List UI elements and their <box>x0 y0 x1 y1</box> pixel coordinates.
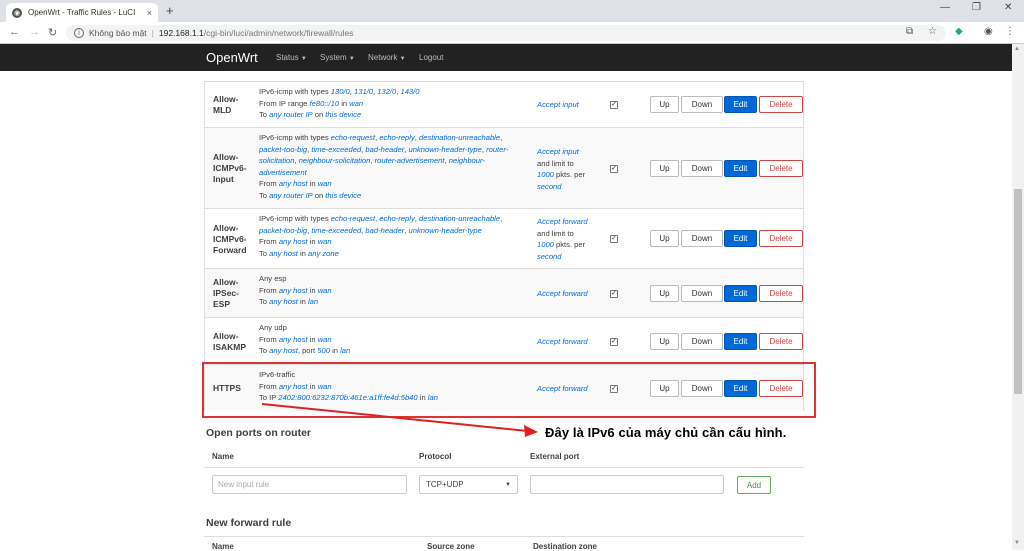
divider <box>204 467 804 468</box>
new-forward-title: New forward rule <box>206 517 292 529</box>
col-protocol: Protocol <box>419 452 452 461</box>
col-name: Name <box>212 452 234 461</box>
col-external-port: External port <box>530 452 580 461</box>
add-button[interactable]: Add <box>737 476 771 494</box>
divider <box>204 536 804 537</box>
open-ports-title: Open ports on router <box>206 427 311 439</box>
external-port-field[interactable] <box>530 475 724 494</box>
annotation-text: Đây là IPv6 của máy chủ cần cấu hình. <box>545 425 787 440</box>
chevron-down-icon: ▼ <box>505 481 511 488</box>
protocol-select[interactable]: TCP+UDP ▼ <box>419 475 518 494</box>
new-input-rule-field[interactable]: New input rule <box>212 475 407 494</box>
